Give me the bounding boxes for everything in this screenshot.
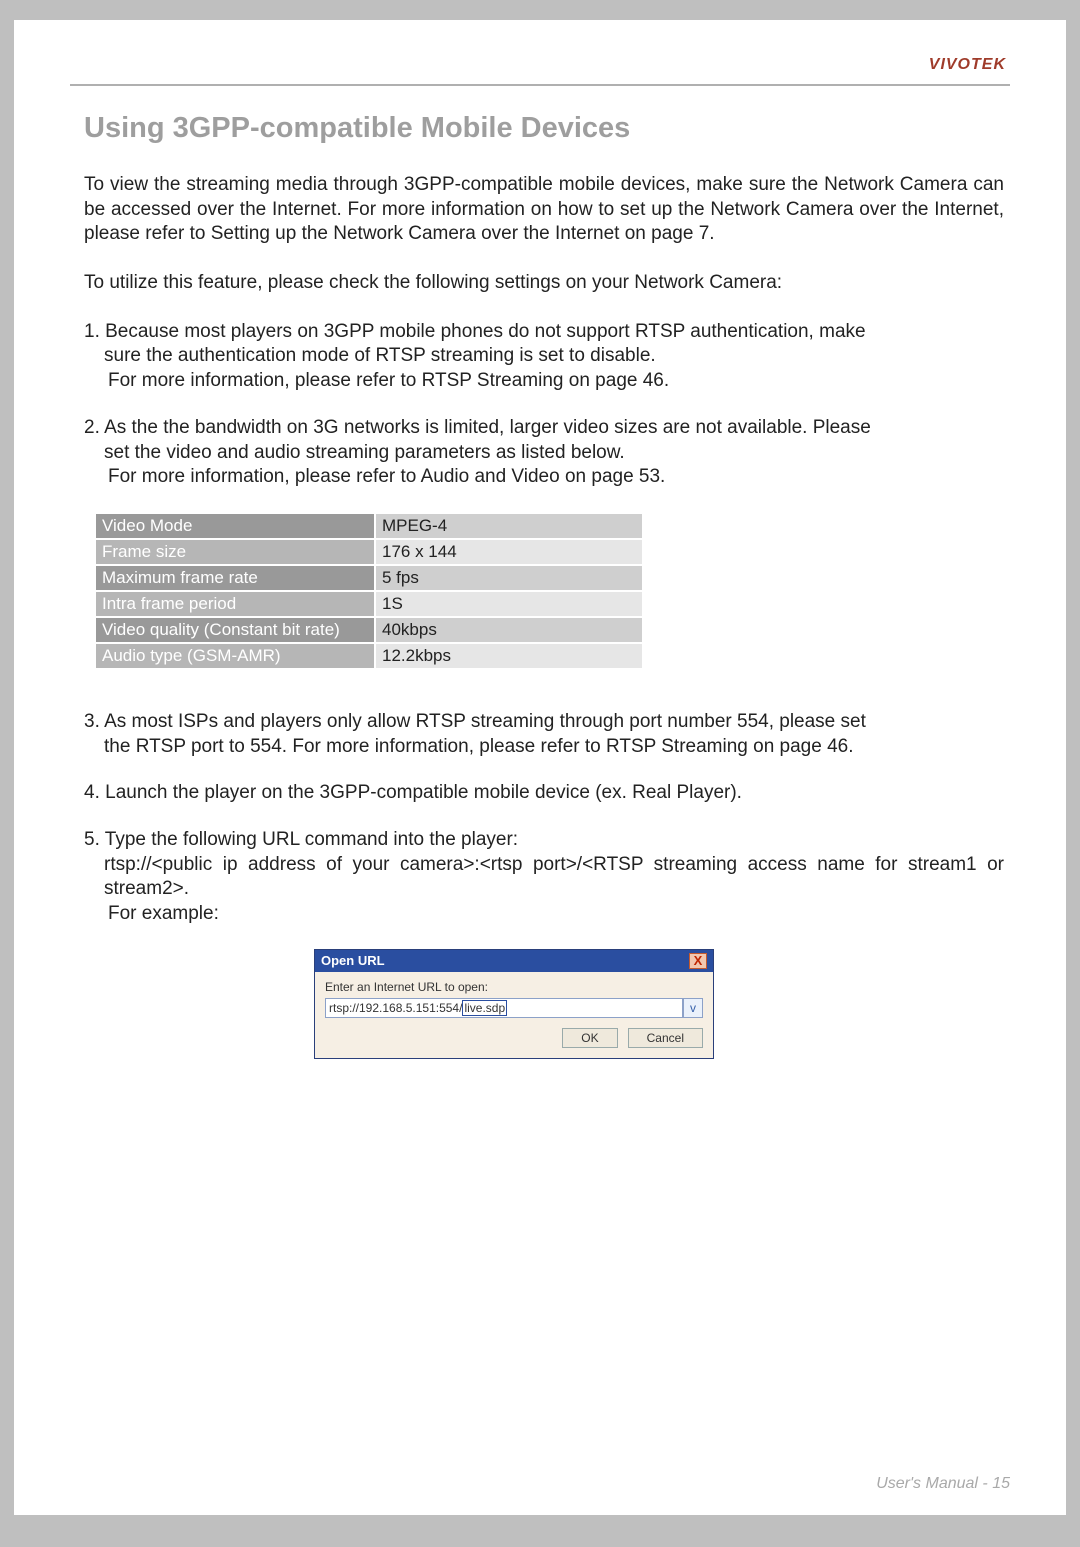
- setting-label: Frame size: [95, 539, 375, 565]
- setting-label: Video quality (Constant bit rate): [95, 617, 375, 643]
- step-5-url: rtsp://<public ip address of your camera…: [84, 853, 1004, 902]
- setting-label: Video Mode: [95, 513, 375, 539]
- step-1-lead: 1. Because most players on 3GPP mobile p…: [84, 320, 1004, 345]
- setting-value: 40kbps: [375, 617, 643, 643]
- table-row: Audio type (GSM-AMR) 12.2kbps: [95, 643, 643, 669]
- setting-value: 1S: [375, 591, 643, 617]
- document-page: VIVOTEK Using 3GPP-compatible Mobile Dev…: [14, 20, 1066, 1515]
- table-row: Intra frame period 1S: [95, 591, 643, 617]
- table-row: Maximum frame rate 5 fps: [95, 565, 643, 591]
- setting-label: Audio type (GSM-AMR): [95, 643, 375, 669]
- step-5-lead: 5. Type the following URL command into t…: [84, 828, 1004, 853]
- dropdown-icon[interactable]: v: [683, 998, 703, 1018]
- setting-label: Intra frame period: [95, 591, 375, 617]
- page-content: Using 3GPP-compatible Mobile Devices To …: [70, 112, 1010, 1059]
- step-5: 5. Type the following URL command into t…: [84, 828, 1004, 927]
- cancel-button[interactable]: Cancel: [628, 1028, 703, 1048]
- dialog-title-text: Open URL: [321, 953, 385, 968]
- step-5-example-label: For example:: [84, 902, 1004, 927]
- page-footer: User's Manual - 15: [876, 1475, 1010, 1493]
- ok-button[interactable]: OK: [562, 1028, 617, 1048]
- step-4-lead: 4. Launch the player on the 3GPP-compati…: [84, 781, 1004, 806]
- step-2-cont: set the video and audio streaming parame…: [84, 441, 1004, 466]
- url-input[interactable]: rtsp://192.168.5.151:554/live.sdp: [325, 998, 683, 1018]
- step-1-more: For more information, please refer to RT…: [84, 369, 1004, 394]
- brand-label: VIVOTEK: [70, 56, 1010, 74]
- url-input-prefix: rtsp://192.168.5.151:554/: [329, 1001, 462, 1015]
- setting-value: 12.2kbps: [375, 643, 643, 669]
- step-3-cont: the RTSP port to 554. For more informati…: [84, 735, 1004, 760]
- table-row: Frame size 176 x 144: [95, 539, 643, 565]
- url-input-label: Enter an Internet URL to open:: [325, 980, 703, 994]
- table-row: Video Mode MPEG-4: [95, 513, 643, 539]
- section-title: Using 3GPP-compatible Mobile Devices: [84, 112, 1004, 145]
- table-row: Video quality (Constant bit rate) 40kbps: [95, 617, 643, 643]
- url-input-row: rtsp://192.168.5.151:554/live.sdp v: [325, 998, 703, 1018]
- open-url-dialog-wrap: Open URL X Enter an Internet URL to open…: [84, 949, 1004, 1059]
- url-input-selection: live.sdp: [462, 1000, 507, 1016]
- setting-value: 5 fps: [375, 565, 643, 591]
- setting-value: 176 x 144: [375, 539, 643, 565]
- close-icon[interactable]: X: [689, 953, 707, 969]
- step-3: 3. As most ISPs and players only allow R…: [84, 710, 1004, 759]
- step-3-lead: 3. As most ISPs and players only allow R…: [84, 710, 1004, 735]
- step-1-cont: sure the authentication mode of RTSP str…: [84, 344, 1004, 369]
- divider: [70, 84, 1010, 86]
- step-4: 4. Launch the player on the 3GPP-compati…: [84, 781, 1004, 806]
- step-2-more: For more information, please refer to Au…: [84, 465, 1004, 490]
- step-2: 2. As the the bandwidth on 3G networks i…: [84, 416, 1004, 490]
- setting-value: MPEG-4: [375, 513, 643, 539]
- intro-paragraph: To view the streaming media through 3GPP…: [84, 173, 1004, 247]
- settings-table: Video Mode MPEG-4 Frame size 176 x 144 M…: [94, 512, 644, 670]
- utilize-paragraph: To utilize this feature, please check th…: [84, 271, 1004, 296]
- dialog-titlebar: Open URL X: [315, 950, 713, 972]
- step-2-lead: 2. As the the bandwidth on 3G networks i…: [84, 416, 1004, 441]
- step-1: 1. Because most players on 3GPP mobile p…: [84, 320, 1004, 394]
- setting-label: Maximum frame rate: [95, 565, 375, 591]
- open-url-dialog: Open URL X Enter an Internet URL to open…: [314, 949, 714, 1059]
- dialog-button-row: OK Cancel: [325, 1028, 703, 1048]
- dialog-body: Enter an Internet URL to open: rtsp://19…: [315, 972, 713, 1058]
